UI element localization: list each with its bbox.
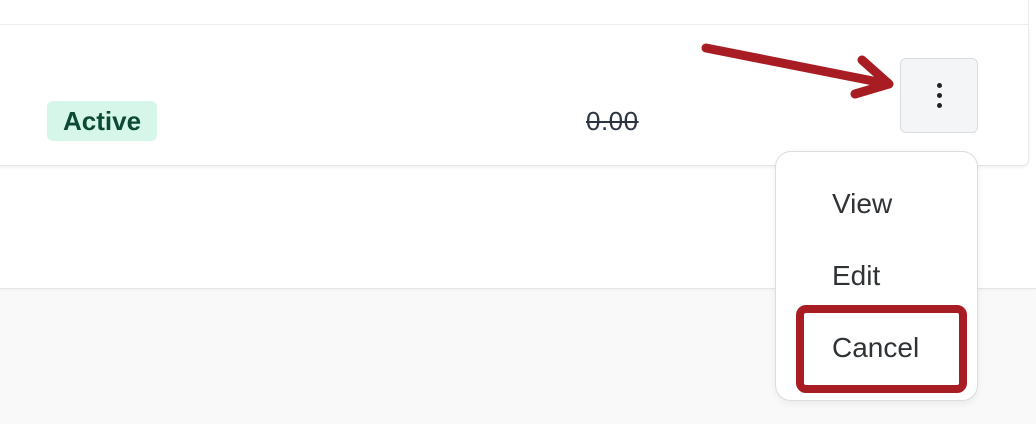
menu-item-view[interactable]: View xyxy=(832,187,892,221)
actions-dropdown-menu: View Edit Cancel xyxy=(775,151,978,401)
more-vertical-icon-dot xyxy=(936,93,942,98)
status-badge: Active xyxy=(47,101,158,141)
table-row-previous xyxy=(0,0,1029,25)
table-row: Active 0.00 xyxy=(0,25,1029,166)
more-vertical-icon-dot xyxy=(936,103,942,108)
amount-value: 0.00 xyxy=(586,106,639,136)
menu-item-cancel[interactable]: Cancel xyxy=(832,331,919,365)
menu-item-edit[interactable]: Edit xyxy=(832,259,880,293)
more-vertical-icon xyxy=(936,83,942,88)
row-actions-button[interactable] xyxy=(900,58,978,133)
